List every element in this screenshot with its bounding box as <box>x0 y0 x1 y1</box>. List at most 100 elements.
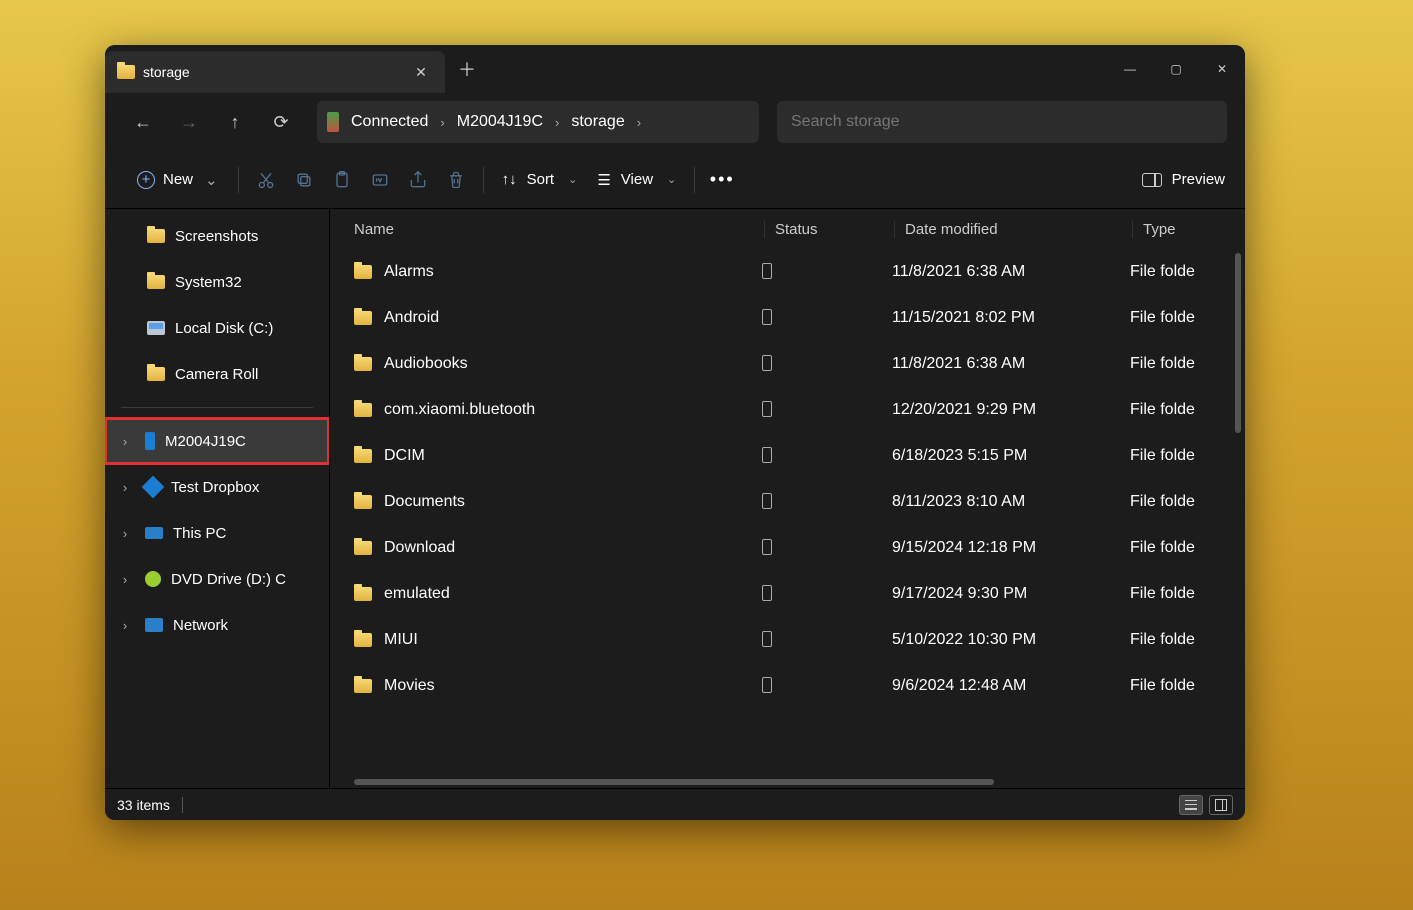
chevron-right-icon[interactable]: › <box>115 480 135 495</box>
column-date[interactable]: Date modified <box>894 221 1132 238</box>
chevron-down-icon: ⌄ <box>667 173 676 186</box>
file-row[interactable]: emulated9/17/2024 9:30 PMFile folde <box>330 571 1245 617</box>
sidebar-item[interactable]: ›Network <box>105 602 329 648</box>
new-button[interactable]: + New ⌄ <box>125 165 230 195</box>
close-tab-button[interactable]: ✕ <box>409 64 433 81</box>
view-label: View <box>621 171 653 188</box>
column-status[interactable]: Status <box>764 221 894 238</box>
file-type: File folde <box>1120 401 1245 419</box>
column-headers: Name Status Date modified Type <box>330 209 1245 249</box>
details-view-button[interactable] <box>1179 795 1203 815</box>
chevron-right-icon[interactable]: › <box>115 618 135 633</box>
sidebar-item[interactable]: Camera Roll <box>105 351 329 397</box>
back-button[interactable]: ← <box>123 102 163 142</box>
sort-button[interactable]: ↑↓ Sort ⌄ <box>492 165 588 194</box>
address-bar[interactable]: Connected › M2004J19C › storage › <box>317 101 759 143</box>
sidebar-item-label: Camera Roll <box>175 366 258 383</box>
forward-button[interactable]: → <box>169 102 209 142</box>
dropbox-icon <box>142 476 165 499</box>
phone-status-icon <box>762 677 772 693</box>
chevron-right-icon[interactable]: › <box>115 434 135 449</box>
sidebar-item[interactable]: ›DVD Drive (D:) C <box>105 556 329 602</box>
file-type: File folde <box>1120 493 1245 511</box>
more-button[interactable]: ••• <box>703 169 741 190</box>
disk-icon <box>147 321 165 335</box>
file-row[interactable]: Documents8/11/2023 8:10 AMFile folde <box>330 479 1245 525</box>
search-box[interactable] <box>777 101 1227 143</box>
refresh-button[interactable]: ⟳ <box>261 102 301 142</box>
network-icon <box>145 618 163 632</box>
vertical-scrollbar[interactable] <box>1235 253 1241 433</box>
breadcrumb-storage[interactable]: storage <box>565 113 630 131</box>
file-row[interactable]: com.xiaomi.bluetooth12/20/2021 9:29 PMFi… <box>330 387 1245 433</box>
file-row[interactable]: Audiobooks11/8/2021 6:38 AMFile folde <box>330 341 1245 387</box>
minimize-button[interactable]: — <box>1107 45 1153 93</box>
file-row[interactable]: Download 9/15/2024 12:18 PMFile folde <box>330 525 1245 571</box>
large-icons-view-button[interactable] <box>1209 795 1233 815</box>
toolbar: + New ⌄ ↑↓ Sort ⌄ ☰ View ⌄ ••• Preview <box>105 151 1245 209</box>
preview-label: Preview <box>1172 171 1225 188</box>
up-button[interactable]: ↑ <box>215 102 255 142</box>
folder-icon <box>117 65 135 79</box>
paste-button[interactable] <box>323 161 361 199</box>
column-name[interactable]: Name <box>354 221 764 238</box>
phone-status-icon <box>762 631 772 647</box>
divider <box>121 407 313 408</box>
file-type: File folde <box>1120 585 1245 603</box>
tab-title: storage <box>143 64 401 80</box>
folder-icon <box>147 229 165 243</box>
file-row[interactable]: DCIM6/18/2023 5:15 PMFile folde <box>330 433 1245 479</box>
sidebar-item[interactable]: System32 <box>105 259 329 305</box>
close-window-button[interactable]: ✕ <box>1199 45 1245 93</box>
sidebar-item[interactable]: ›This PC <box>105 510 329 556</box>
separator <box>238 167 239 193</box>
maximize-button[interactable]: ▢ <box>1153 45 1199 93</box>
file-type: File folde <box>1120 539 1245 557</box>
horizontal-scrollbar[interactable] <box>330 776 1245 788</box>
chevron-right-icon[interactable]: › <box>115 572 135 587</box>
view-toggle <box>1179 795 1233 815</box>
delete-button[interactable] <box>437 161 475 199</box>
sidebar-item-label: Local Disk (C:) <box>175 320 273 337</box>
file-row[interactable]: MIUI5/10/2022 10:30 PMFile folde <box>330 617 1245 663</box>
file-row[interactable]: Android11/15/2021 8:02 PMFile folde <box>330 295 1245 341</box>
cut-button[interactable] <box>247 161 285 199</box>
plus-icon: + <box>137 171 155 189</box>
folder-icon <box>354 633 372 647</box>
file-row[interactable]: Alarms11/8/2021 6:38 AMFile folde <box>330 249 1245 295</box>
view-button[interactable]: ☰ View ⌄ <box>587 165 686 195</box>
share-button[interactable] <box>399 161 437 199</box>
new-label: New <box>163 171 193 188</box>
new-tab-button[interactable]: ＋ <box>445 45 489 93</box>
file-row[interactable]: Movies9/6/2024 12:48 AMFile folde <box>330 663 1245 709</box>
sidebar-item[interactable]: Screenshots <box>105 213 329 259</box>
file-list: Name Status Date modified Type Alarms11/… <box>330 209 1245 788</box>
sidebar: ScreenshotsSystem32 Local Disk (C:) Camera… <box>105 209 330 788</box>
phone-icon <box>327 112 339 132</box>
breadcrumb-connected[interactable]: Connected <box>345 113 434 131</box>
sidebar-item-label: Test Dropbox <box>171 479 259 496</box>
rename-button[interactable] <box>361 161 399 199</box>
tab-storage[interactable]: storage ✕ <box>105 51 445 93</box>
search-input[interactable] <box>791 113 1213 131</box>
preview-icon <box>1142 173 1162 187</box>
file-date: 9/15/2024 12:18 PM <box>882 539 1120 557</box>
copy-button[interactable] <box>285 161 323 199</box>
preview-toggle[interactable]: Preview <box>1142 171 1225 188</box>
folder-icon <box>354 679 372 693</box>
sidebar-item[interactable]: ›M2004J19C <box>105 418 329 464</box>
body: ScreenshotsSystem32 Local Disk (C:) Camera… <box>105 209 1245 788</box>
file-name: Download <box>384 539 455 557</box>
chevron-right-icon[interactable]: › <box>115 526 135 541</box>
folder-icon <box>147 367 165 381</box>
phone-status-icon <box>762 263 772 279</box>
window-controls: — ▢ ✕ <box>1107 45 1245 93</box>
dvd-icon <box>145 571 161 587</box>
view-icon: ☰ <box>597 171 610 189</box>
sidebar-item[interactable]: Local Disk (C:) <box>105 305 329 351</box>
rows-container: Alarms11/8/2021 6:38 AMFile foldeAndroid… <box>330 249 1245 776</box>
breadcrumb-device[interactable]: M2004J19C <box>451 113 549 131</box>
scrollbar-thumb[interactable] <box>354 779 994 785</box>
column-type[interactable]: Type <box>1132 221 1245 238</box>
sidebar-item[interactable]: › Test Dropbox <box>105 464 329 510</box>
